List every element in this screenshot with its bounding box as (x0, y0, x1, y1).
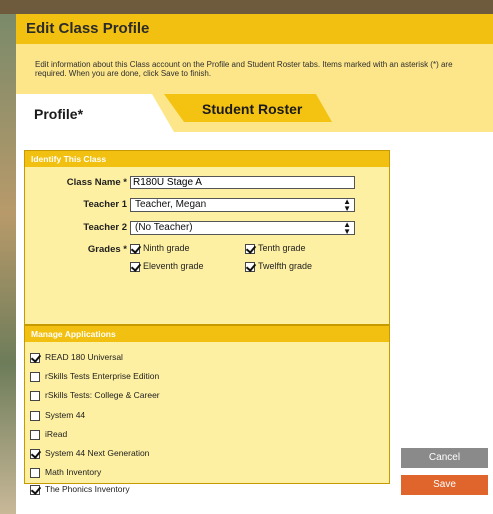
select-arrows-icon: ▲ ▼ (343, 197, 351, 213)
teacher2-label: Teacher 2 (83, 222, 127, 233)
checkbox-unchecked-icon[interactable] (30, 429, 40, 440)
checkbox-checked-icon[interactable] (130, 261, 140, 272)
grade-label: Eleventh grade (143, 261, 204, 271)
grades-label: Grades * (87, 244, 127, 255)
checkbox-checked-icon[interactable] (130, 243, 140, 254)
grade-label: Ninth grade (143, 243, 190, 253)
tab-student-roster[interactable]: Student Roster (164, 94, 332, 122)
save-button[interactable]: Save (401, 475, 488, 495)
identify-class-panel: Identify This Class Class Name * Teacher… (24, 150, 390, 325)
class-name-label: Class Name * (66, 177, 127, 188)
app-option[interactable]: rSkills Tests: College & Career (30, 390, 160, 401)
checkbox-checked-icon[interactable] (30, 352, 40, 363)
teacher1-value: Teacher, Megan (135, 199, 207, 210)
app-option[interactable]: The Phonics Inventory (30, 484, 130, 495)
teacher1-label: Teacher 1 (83, 199, 127, 210)
background-strip-left (0, 14, 16, 514)
background-strip-top (0, 0, 493, 14)
select-arrows-icon: ▲ ▼ (343, 220, 351, 236)
app-label: Math Inventory (45, 467, 102, 477)
teacher2-value: (No Teacher) (135, 222, 193, 233)
app-option[interactable]: System 44 (30, 410, 85, 421)
app-label: rSkills Tests: College & Career (45, 390, 160, 400)
app-option[interactable]: Math Inventory (30, 467, 101, 478)
dialog-info-bar: Edit information about this Class accoun… (16, 44, 493, 94)
teacher2-select[interactable]: (No Teacher) ▲ ▼ (130, 220, 355, 236)
checkbox-unchecked-icon[interactable] (30, 410, 40, 421)
app-label: rSkills Tests Enterprise Edition (45, 371, 160, 381)
checkbox-checked-icon[interactable] (245, 243, 255, 254)
tab-profile[interactable]: Profile* (16, 94, 174, 132)
cancel-button[interactable]: Cancel (401, 448, 488, 468)
checkbox-unchecked-icon[interactable] (30, 371, 40, 382)
app-option[interactable]: rSkills Tests Enterprise Edition (30, 371, 159, 382)
grade-label: Twelfth grade (258, 261, 313, 271)
checkbox-checked-icon[interactable] (245, 261, 255, 272)
app-option[interactable]: iRead (30, 429, 67, 440)
tab-student-roster-label: Student Roster (202, 101, 303, 117)
grade-option-ninth[interactable]: Ninth grade (130, 243, 190, 254)
tab-profile-label: Profile* (34, 106, 84, 122)
grade-label: Tenth grade (258, 243, 306, 253)
app-label: The Phonics Inventory (45, 484, 130, 494)
dialog-instructions: Edit information about this Class accoun… (35, 60, 453, 78)
checkbox-checked-icon[interactable] (30, 448, 40, 459)
app-label: System 44 (45, 410, 86, 420)
app-option[interactable]: System 44 Next Generation (30, 448, 149, 459)
dialog-title: Edit Class Profile (26, 20, 150, 37)
grade-option-tenth[interactable]: Tenth grade (245, 243, 306, 254)
app-label: System 44 Next Generation (45, 448, 150, 458)
teacher1-select[interactable]: Teacher, Megan ▲ ▼ (130, 197, 355, 213)
dialog-title-bar: Edit Class Profile (16, 14, 493, 44)
app-label: READ 180 Universal (45, 352, 123, 362)
grade-option-eleventh[interactable]: Eleventh grade (130, 261, 204, 272)
checkbox-unchecked-icon[interactable] (30, 390, 40, 401)
app-option[interactable]: READ 180 Universal (30, 352, 123, 363)
tab-bar: Student Roster Profile* (16, 94, 493, 132)
manage-applications-header: Manage Applications (25, 326, 389, 342)
checkbox-unchecked-icon[interactable] (30, 467, 40, 478)
app-label: iRead (45, 429, 68, 439)
edit-class-profile-dialog: Edit Class Profile Edit information abou… (16, 14, 493, 514)
identify-class-header: Identify This Class (25, 151, 389, 167)
class-name-input[interactable] (130, 176, 355, 189)
checkbox-checked-icon[interactable] (30, 484, 40, 495)
grade-option-twelfth[interactable]: Twelfth grade (245, 261, 312, 272)
manage-applications-panel: Manage Applications READ 180 Universal r… (24, 325, 390, 495)
